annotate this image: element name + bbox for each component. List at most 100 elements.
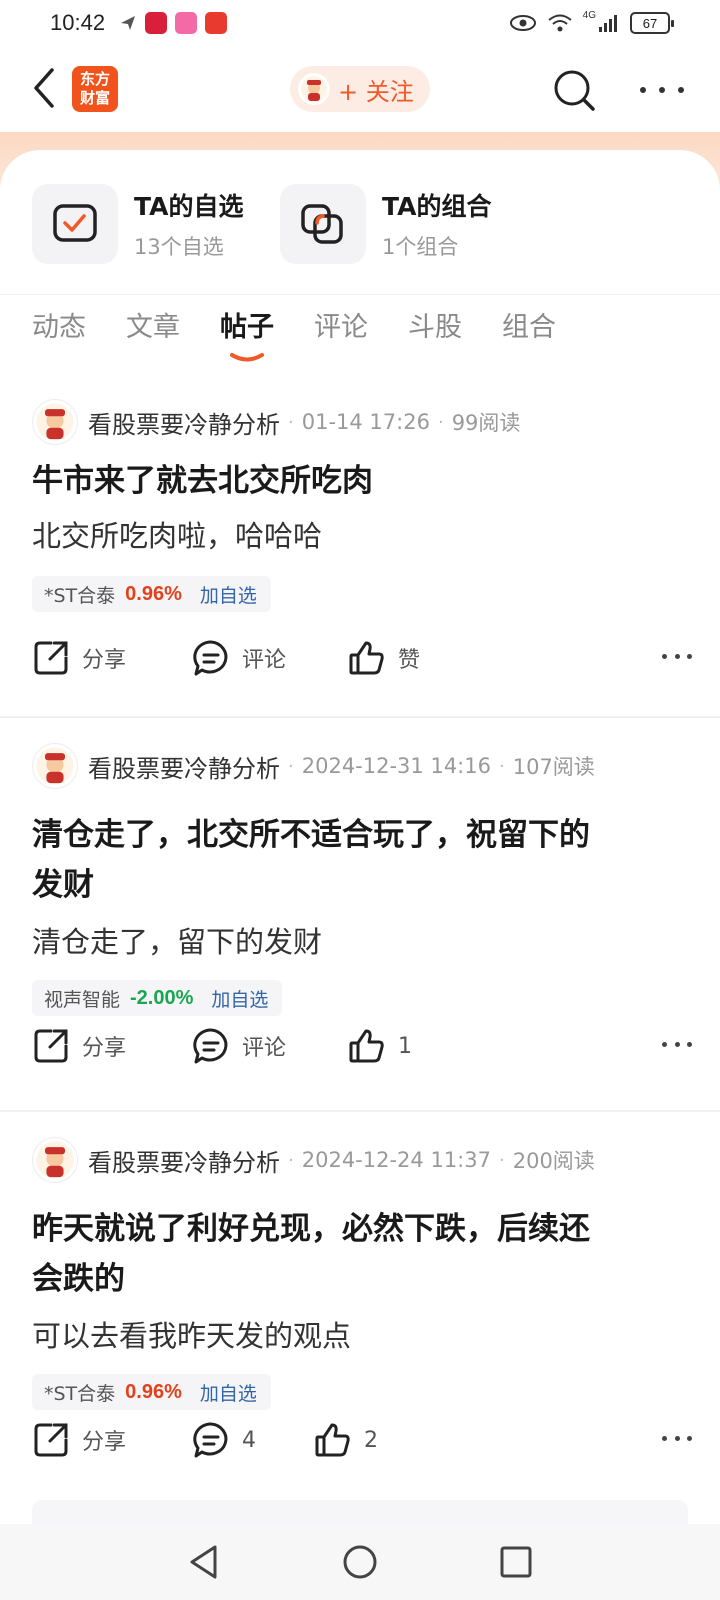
shortcut-portfolio[interactable]: TA的组合 1个组合 bbox=[280, 184, 491, 264]
author-avatar[interactable] bbox=[32, 743, 78, 789]
wifi-icon bbox=[548, 14, 572, 32]
network-type: 4G bbox=[582, 9, 596, 21]
avatar bbox=[298, 73, 330, 105]
system-back-button[interactable] bbox=[184, 1542, 224, 1582]
thumbs-up-icon bbox=[349, 641, 384, 675]
post-title-line: 昨天就说了利好兑现，必然下跌，后续还 bbox=[32, 1211, 590, 1247]
author-name[interactable]: 看股票要冷静分析 bbox=[88, 405, 280, 440]
shortcut-icon-box bbox=[32, 184, 118, 264]
post-meta: 看股票要冷静分析 · 01-14 17:26 · 99阅读 bbox=[32, 398, 520, 446]
add-watchlist-button[interactable]: 加自选 bbox=[211, 985, 268, 1012]
tab-posts[interactable]: 帖子 bbox=[220, 300, 274, 362]
meta-separator: · bbox=[288, 755, 294, 777]
more-button[interactable] bbox=[640, 76, 684, 104]
tab-label: 评论 bbox=[314, 312, 368, 343]
post-reads: 99阅读 bbox=[451, 411, 521, 435]
post-title[interactable]: 清仓走了，北交所不适合玩了，祝留下的 发财 bbox=[32, 810, 712, 910]
more-dot bbox=[662, 1042, 667, 1047]
post-body[interactable]: 北交所吃肉啦，哈哈哈 bbox=[32, 514, 682, 558]
tab-stock-battle[interactable]: 斗股 bbox=[408, 300, 462, 356]
comment-button[interactable]: 评论 bbox=[192, 634, 286, 682]
share-button[interactable]: 分享 bbox=[32, 1022, 126, 1070]
post-body[interactable]: 清仓走了，留下的发财 bbox=[32, 920, 682, 964]
tab-articles[interactable]: 文章 bbox=[126, 300, 180, 356]
meta-separator: · bbox=[498, 1149, 505, 1171]
avatar-icon bbox=[36, 403, 74, 441]
follow-button[interactable]: + 关注 bbox=[290, 66, 430, 112]
author-avatar[interactable] bbox=[32, 399, 78, 445]
comment-label: 评论 bbox=[242, 648, 287, 673]
overlap-squares-icon bbox=[301, 204, 343, 244]
post-separator bbox=[0, 716, 720, 718]
author-avatar[interactable] bbox=[32, 1137, 78, 1183]
thumbs-up-icon bbox=[315, 1423, 350, 1457]
system-recents-button[interactable] bbox=[496, 1542, 536, 1582]
post-title-line: 会跌的 bbox=[32, 1261, 125, 1297]
like-button[interactable]: 赞 bbox=[348, 634, 420, 682]
add-watchlist-button[interactable]: 加自选 bbox=[200, 581, 257, 608]
post-item[interactable]: 看股票要冷静分析 · 2024-12-31 14:16 · 107阅读 清仓走了… bbox=[0, 742, 720, 1092]
post-more-button[interactable] bbox=[662, 1042, 692, 1050]
author-name[interactable]: 看股票要冷静分析 bbox=[88, 1143, 280, 1178]
more-dot bbox=[678, 87, 684, 93]
stock-name: *ST合泰 bbox=[44, 584, 116, 607]
post-time: 2024-12-24 11:37 bbox=[301, 1148, 491, 1172]
tab-portfolios[interactable]: 组合 bbox=[502, 300, 556, 356]
tab-activity[interactable]: 动态 bbox=[32, 300, 86, 356]
status-time: 10:42 bbox=[50, 10, 106, 35]
post-body[interactable]: 可以去看我昨天发的观点 bbox=[32, 1314, 682, 1358]
shortcut-watchlist[interactable]: TA的自选 13个自选 bbox=[32, 184, 243, 264]
post-title[interactable]: 昨天就说了利好兑现，必然下跌，后续还 会跌的 bbox=[32, 1204, 712, 1304]
tab-active-indicator bbox=[230, 353, 264, 362]
stock-name: *ST合泰 bbox=[44, 1382, 116, 1405]
stock-tag[interactable]: *ST合泰 0.96% 加自选 bbox=[32, 576, 271, 612]
post-title[interactable]: 牛市来了就去北交所吃肉 bbox=[32, 456, 682, 506]
checkbox-icon bbox=[53, 204, 97, 242]
comment-icon bbox=[193, 1028, 228, 1064]
post-title-line: 清仓走了，北交所不适合玩了，祝留下的 bbox=[32, 817, 590, 853]
back-button[interactable] bbox=[28, 66, 64, 110]
author-name[interactable]: 看股票要冷静分析 bbox=[88, 749, 280, 784]
shortcut-title: TA的组合 bbox=[382, 192, 492, 221]
share-icon bbox=[34, 1423, 68, 1457]
stock-tag[interactable]: 视声智能 -2.00% 加自选 bbox=[32, 980, 283, 1016]
triangle-back-icon bbox=[190, 1545, 217, 1579]
add-watchlist-button[interactable]: 加自选 bbox=[200, 1379, 257, 1406]
post-actions: 分享 评论 1 bbox=[32, 1022, 692, 1070]
chevron-left-icon bbox=[34, 68, 54, 108]
comment-icon bbox=[193, 640, 228, 676]
tab-label: 组合 bbox=[502, 312, 556, 343]
system-home-button[interactable] bbox=[340, 1542, 380, 1582]
share-button[interactable]: 分享 bbox=[32, 1416, 126, 1464]
like-count: 1 bbox=[398, 1033, 412, 1059]
like-count: 2 bbox=[364, 1427, 378, 1453]
more-dot bbox=[687, 1436, 692, 1441]
search-button[interactable] bbox=[552, 68, 596, 112]
tab-comments[interactable]: 评论 bbox=[314, 300, 368, 356]
brand-logo[interactable]: 东方财富 bbox=[72, 66, 118, 112]
brand-logo-text: 东方财富 bbox=[79, 70, 110, 107]
stock-tag[interactable]: *ST合泰 0.96% 加自选 bbox=[32, 1374, 271, 1410]
like-button[interactable]: 2 bbox=[314, 1416, 378, 1464]
follow-label: + 关注 bbox=[338, 77, 414, 106]
avatar-icon bbox=[36, 747, 74, 785]
like-button[interactable]: 1 bbox=[348, 1022, 412, 1070]
stock-name: 视声智能 bbox=[44, 988, 121, 1011]
post-item[interactable]: 看股票要冷静分析 · 2024-12-24 11:37 · 200阅读 昨天就说… bbox=[0, 1136, 720, 1486]
post-item[interactable]: 看股票要冷静分析 · 01-14 17:26 · 99阅读 牛市来了就去北交所吃… bbox=[0, 398, 720, 698]
more-dot bbox=[640, 87, 646, 93]
share-label: 分享 bbox=[82, 1430, 127, 1455]
post-title-line: 发财 bbox=[32, 867, 94, 903]
stock-change: 0.96% bbox=[125, 582, 182, 605]
share-icon bbox=[34, 641, 68, 675]
share-button[interactable]: 分享 bbox=[32, 634, 126, 682]
system-navigation-bar bbox=[0, 1524, 720, 1600]
comment-button[interactable]: 评论 bbox=[192, 1022, 286, 1070]
tab-bar: 动态 文章 帖子 评论 斗股 组合 bbox=[32, 300, 556, 370]
comment-button[interactable]: 4 bbox=[192, 1416, 256, 1464]
post-more-button[interactable] bbox=[662, 654, 692, 662]
post-time: 01-14 17:26 bbox=[301, 410, 430, 434]
post-actions: 分享 评论 赞 bbox=[32, 634, 692, 682]
post-more-button[interactable] bbox=[662, 1436, 692, 1444]
post-time: 2024-12-31 14:16 bbox=[301, 754, 491, 778]
